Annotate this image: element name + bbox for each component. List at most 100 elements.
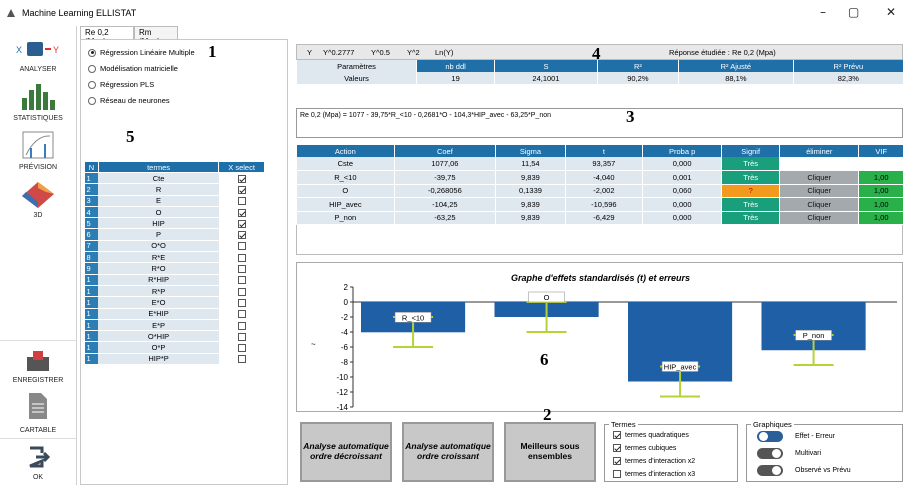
graph-option[interactable]: Effet - Erreur xyxy=(757,431,835,442)
coef-cell-action: R_<10 xyxy=(296,170,395,185)
coef-header: Signif xyxy=(721,145,780,157)
term-select-checkbox[interactable] xyxy=(237,253,246,262)
termes-option[interactable]: termes d'interaction x2 xyxy=(613,457,695,465)
minimize-button[interactable]: – xyxy=(820,5,826,19)
transform-y[interactable]: Y xyxy=(307,48,312,57)
sidebar-item-3d[interactable]: 3D xyxy=(0,176,76,224)
params-header: R² Prévu xyxy=(792,60,903,72)
graph-toggle[interactable] xyxy=(757,448,783,459)
term-select-checkbox[interactable] xyxy=(237,265,246,274)
radio-matrix[interactable] xyxy=(88,64,96,73)
term-name: R xyxy=(98,183,219,196)
coef-cell-elim[interactable]: Cliquer xyxy=(778,211,859,225)
graphiques-group: Graphiques Effet - Erreur Multivari Observ… xyxy=(746,420,903,482)
transform-y0277[interactable]: Y^0.2777 xyxy=(323,48,354,57)
best-subsets-button[interactable]: Meilleurs sous ensembles xyxy=(504,422,596,482)
term-select-checkbox[interactable] xyxy=(237,298,246,307)
term-select-checkbox[interactable] xyxy=(237,344,246,353)
bar-chart-icon xyxy=(22,84,55,110)
term-select-checkbox[interactable] xyxy=(237,332,246,341)
coef-cell-vif: 1,00 xyxy=(858,170,903,185)
term-select-checkbox[interactable] xyxy=(237,321,246,330)
chart-y-tick-label: 2 xyxy=(344,283,349,292)
sidebar-label-cartable: CARTABLE xyxy=(19,427,57,434)
term-index: 9 xyxy=(84,262,99,275)
marker-6: 6 xyxy=(540,350,549,369)
tab-re02[interactable]: Re 0,2 (Mpa) xyxy=(80,26,134,46)
termes-checkbox[interactable] xyxy=(613,470,621,478)
term-select-checkbox[interactable] xyxy=(237,231,246,240)
term-select-checkbox[interactable] xyxy=(237,197,246,206)
radio-rlm[interactable] xyxy=(88,48,96,57)
termes-checkbox[interactable] xyxy=(613,444,621,452)
term-select-checkbox[interactable] xyxy=(237,174,246,183)
radio-nn[interactable] xyxy=(88,96,96,105)
term-select-checkbox[interactable] xyxy=(237,276,246,285)
app-logo-icon xyxy=(7,9,15,17)
close-button[interactable]: ✕ xyxy=(886,5,896,19)
term-select-cell xyxy=(218,195,265,207)
equation-box[interactable]: Re 0,2 (Mpa) = 1077 - 39,75*R_<10 - 0,26… xyxy=(296,108,903,138)
term-select-checkbox[interactable] xyxy=(237,310,246,319)
transform-y2[interactable]: Y^2 xyxy=(407,48,420,57)
graph-toggle[interactable] xyxy=(757,465,783,476)
chart-y-tick-label: -8 xyxy=(341,358,349,367)
chart-data-label: R_<10 xyxy=(402,313,424,322)
model-option-nn[interactable]: Réseau de neurones xyxy=(88,96,170,105)
termes-option[interactable]: termes d'interaction x3 xyxy=(613,470,695,478)
term-index: 1 xyxy=(84,285,99,298)
coef-cell-t: -2,002 xyxy=(564,184,643,198)
graph-option[interactable]: Multivari xyxy=(757,448,821,459)
auto-asc-button[interactable]: Analyse automatique ordre croissant xyxy=(402,422,494,482)
term-select-checkbox[interactable] xyxy=(237,219,246,228)
termes-option[interactable]: termes quadratiques xyxy=(613,431,689,439)
graph-toggle[interactable] xyxy=(757,431,783,442)
term-select-checkbox[interactable] xyxy=(237,242,246,251)
term-select-checkbox[interactable] xyxy=(237,355,246,364)
transform-y05[interactable]: Y^0.5 xyxy=(371,48,390,57)
termes-label: termes d'interaction x3 xyxy=(625,470,696,478)
chart-y-tick-label: -12 xyxy=(336,388,348,397)
sidebar-item-analyser[interactable]: X Y ANALYSER xyxy=(0,30,76,80)
svg-text:Y: Y xyxy=(53,45,59,55)
coef-cell-p: 0,000 xyxy=(641,197,722,212)
marker-3: 3 xyxy=(626,107,635,126)
sidebar-item-enregistrer[interactable]: ENREGISTRER xyxy=(0,340,76,384)
model-option-rlm[interactable]: Régression Linéaire Multiple xyxy=(88,48,195,57)
coef-header: t xyxy=(564,145,643,157)
transform-ln[interactable]: Ln(Y) xyxy=(435,48,453,57)
coef-cell-elim[interactable]: Cliquer xyxy=(778,184,859,198)
term-select-checkbox[interactable] xyxy=(237,208,246,217)
sidebar-label-statistiques: STATISTIQUES xyxy=(13,115,63,122)
term-select-checkbox[interactable] xyxy=(237,287,246,296)
coef-header: Proba p xyxy=(641,145,722,157)
table-row: 6P xyxy=(84,228,265,241)
radio-pls[interactable] xyxy=(88,80,96,89)
model-option-matrix[interactable]: Modélisation matricielle xyxy=(88,64,178,73)
graph-option[interactable]: Observé vs Prévu xyxy=(757,465,851,476)
term-name: R*E xyxy=(98,251,219,264)
auto-desc-button[interactable]: Analyse automatique ordre décroissant xyxy=(300,422,392,482)
table-row: 1 E*O xyxy=(84,296,265,309)
termes-checkbox[interactable] xyxy=(613,457,621,465)
chart-y-tick-label: -6 xyxy=(341,343,349,352)
params-value: 90,2% xyxy=(596,72,679,84)
term-select-cell xyxy=(218,251,265,264)
coef-cell-signif: Très xyxy=(721,157,780,171)
model-option-pls[interactable]: Régression PLS xyxy=(88,80,154,89)
coef-cell-elim[interactable]: Cliquer xyxy=(778,170,859,185)
sidebar-item-cartable[interactable]: CARTABLE xyxy=(0,390,76,438)
coef-cell-elim[interactable]: Cliquer xyxy=(778,197,859,212)
termes-checkbox[interactable] xyxy=(613,431,621,439)
maximize-button[interactable]: ▢ xyxy=(848,5,859,19)
term-index: 1 xyxy=(84,296,99,309)
term-select-checkbox[interactable] xyxy=(237,185,246,194)
term-index: 1 xyxy=(84,172,99,185)
term-select-cell xyxy=(218,262,265,275)
sidebar-item-ok[interactable]: OK xyxy=(0,438,76,484)
params-header: Paramètres xyxy=(296,60,417,72)
sidebar-item-prevision[interactable]: PRÉVISION xyxy=(0,126,76,176)
tab-rm[interactable]: Rm (Mpa) xyxy=(134,26,178,46)
sidebar-item-statistiques[interactable]: STATISTIQUES xyxy=(0,78,76,126)
termes-option[interactable]: termes cubiques xyxy=(613,444,676,452)
